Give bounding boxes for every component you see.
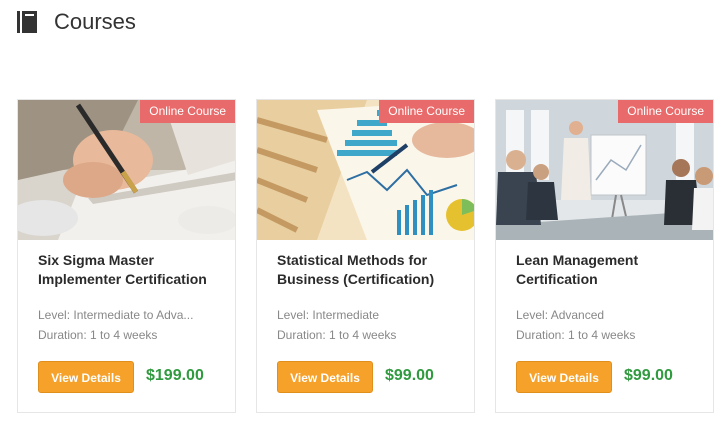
course-duration: Duration: 1 to 4 weeks xyxy=(277,328,397,342)
course-duration: Duration: 1 to 4 weeks xyxy=(516,328,636,342)
course-card[interactable]: Online Course Lean Management Certificat… xyxy=(495,99,714,413)
online-course-badge: Online Course xyxy=(618,100,713,123)
course-image[interactable]: Online Course xyxy=(257,100,474,240)
page-header: Courses xyxy=(17,8,136,36)
course-list: Online Course Six Sigma Master Implement… xyxy=(17,99,719,417)
course-image[interactable]: Online Course xyxy=(496,100,713,240)
course-price: $199.00 xyxy=(146,367,204,384)
course-title[interactable]: Six Sigma Master Implementer Certificati… xyxy=(38,251,224,289)
course-price: $99.00 xyxy=(385,367,434,384)
page-title: Courses xyxy=(54,9,136,34)
online-course-badge: Online Course xyxy=(379,100,474,123)
course-level: Level: Intermediate xyxy=(277,308,380,322)
course-title[interactable]: Lean Management Certification xyxy=(516,251,702,289)
course-card[interactable]: Online Course Statistical Methods for Bu… xyxy=(256,99,475,413)
online-course-badge: Online Course xyxy=(140,100,235,123)
view-details-button[interactable]: View Details xyxy=(38,361,134,393)
course-title[interactable]: Statistical Methods for Business (Certif… xyxy=(277,251,463,289)
course-image[interactable]: Online Course xyxy=(18,100,235,240)
course-level: Level: Intermediate to Adva... xyxy=(38,308,194,322)
course-price: $99.00 xyxy=(624,367,673,384)
course-level: Level: Advanced xyxy=(516,308,605,322)
view-details-button[interactable]: View Details xyxy=(516,361,612,393)
view-details-button[interactable]: View Details xyxy=(277,361,373,393)
course-card[interactable]: Online Course Six Sigma Master Implement… xyxy=(17,99,236,413)
course-duration: Duration: 1 to 4 weeks xyxy=(38,328,158,342)
book-icon xyxy=(17,10,37,34)
